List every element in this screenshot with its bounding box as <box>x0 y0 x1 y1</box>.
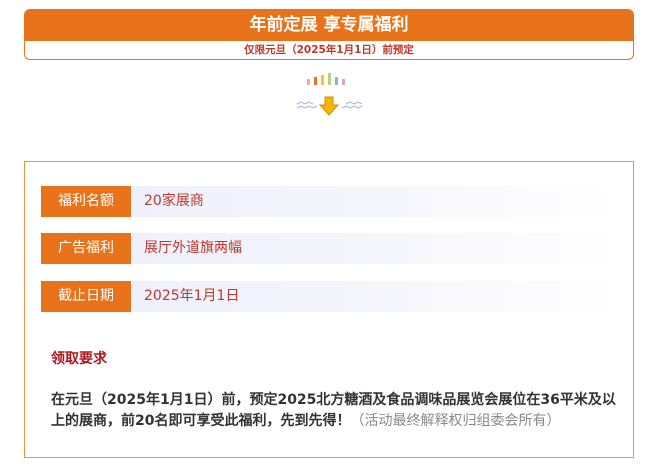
decor-bar <box>307 79 310 85</box>
banner-subtitle: 仅限元旦（2025年1月1日）前预定 <box>244 44 414 56</box>
benefit-card: 福利名额 20家展商 广告福利 展厅外道旗两幅 截止日期 2025年1月1日 领… <box>24 161 634 458</box>
down-arrow-icon <box>319 96 339 116</box>
requirements-text: 在元旦（2025年1月1日）前，预定2025北方糖酒及食品调味品展览会展位在36… <box>51 390 621 432</box>
requirements-title: 领取要求 <box>51 351 107 367</box>
promo-banner: 年前定展 享专属福利 仅限元旦（2025年1月1日）前预定 <box>24 9 634 60</box>
benefit-value: 20家展商 <box>131 186 615 217</box>
wave-lines-icon <box>296 101 318 109</box>
decorative-bars-icon <box>307 73 351 85</box>
benefit-label: 广告福利 <box>41 233 131 264</box>
decor-bar <box>328 73 331 85</box>
benefit-value: 展厅外道旗两幅 <box>131 233 615 264</box>
decor-bar <box>342 79 345 85</box>
benefit-row-quota: 福利名额 20家展商 <box>41 186 615 217</box>
benefit-row-advertising: 广告福利 展厅外道旗两幅 <box>41 233 615 264</box>
decor-bar <box>314 77 317 85</box>
decor-bar <box>321 75 324 85</box>
benefit-label: 截止日期 <box>41 281 131 312</box>
banner-title: 年前定展 享专属福利 <box>25 10 633 41</box>
wave-lines-icon <box>341 101 363 109</box>
requirements-note: （活动最终解释权归组委会所有） <box>350 413 561 429</box>
benefit-label: 福利名额 <box>41 186 131 217</box>
benefit-value: 2025年1月1日 <box>131 281 615 312</box>
benefit-row-deadline: 截止日期 2025年1月1日 <box>41 281 615 312</box>
decor-bar <box>335 77 338 85</box>
